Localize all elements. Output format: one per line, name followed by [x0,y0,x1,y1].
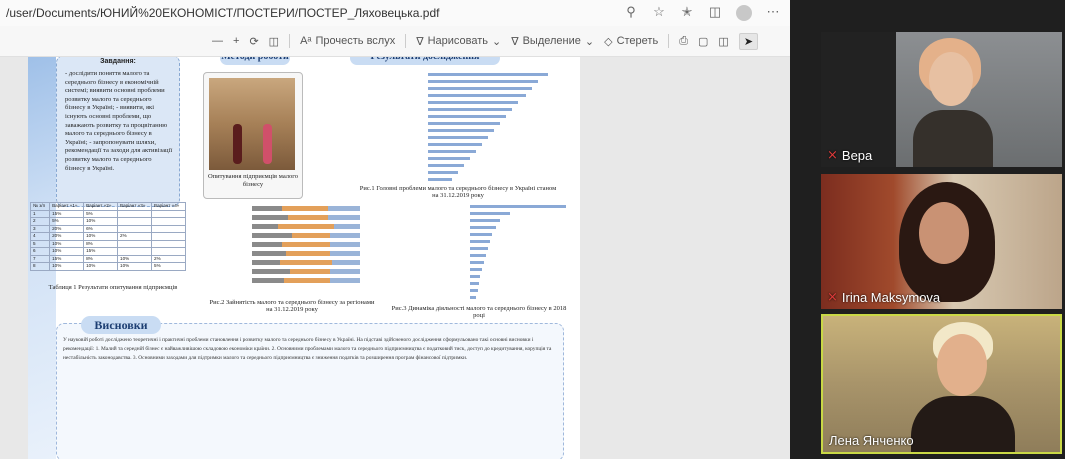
goals-text: - дослідити поняття малого та середнього… [65,70,173,172]
pdf-viewport[interactable]: Завдання: - дослідити поняття малого та … [0,57,790,459]
erase-button[interactable]: ◇ Стереть [604,35,658,48]
url-field[interactable]: /user/Documents/ЮНИЙ%20ЕКОНОМІСТ/ПОСТЕРИ… [6,6,439,20]
figure3-caption: Рис.3 Динаміка діяльності малого та сере… [391,305,567,319]
table-caption: Таблиця 1 Результати опитування підприєм… [48,284,178,291]
section-method-heading: Методи роботи [220,57,290,65]
participant-name: Лена Янченко [829,433,914,448]
toolbar-divider [289,34,291,48]
fit-icon[interactable]: ▢ [698,35,708,48]
conclusions-title: Висновки [81,316,161,334]
bar [428,149,476,153]
table-row: 2 5% 10% [29,217,186,226]
draw-icon: ∇ [416,35,424,48]
person-figure [263,124,272,164]
print-icon[interactable]: ⎙ [679,35,688,48]
mic-muted-icon: ⨯ [827,147,838,162]
zoom-out-button[interactable]: — [212,35,223,47]
participant-tile-3-active-speaker[interactable]: Лена Янченко [821,314,1062,454]
participant-image [937,334,987,396]
participant-image [919,202,969,264]
bar [428,72,548,76]
pin-icon[interactable]: ➤ [738,32,759,50]
table-row: 3 20% 6% [29,224,186,233]
bar [428,163,464,167]
table-header: № з/п [29,202,51,211]
browser-toolbar-icons: ⚲ ☆ ✭ ◫ ⋯ [624,4,780,21]
photo-caption: Опитування підприємців малого бізнесу [207,173,299,188]
participant-name: ⨯ Вера [827,147,873,163]
chart-dynamics: Рис.3 Динаміка діяльності малого та сере… [390,201,568,319]
person-figure [233,124,242,164]
rotate-icon[interactable]: ⟳ [249,35,258,48]
bar [428,107,512,111]
chevron-down-icon: ⌄ [492,35,502,48]
collections-icon[interactable]: ◫ [708,4,722,21]
pdf-toolbar: — + ⟳ ◫ Aᵃ Прочесть вслух ∇ Нарисовать ⌄ ∇ В… [0,26,790,57]
bar [428,86,532,90]
participant-image [929,52,973,106]
participant-name: ⨯ Irina Maksymova [827,289,941,305]
mic-muted-icon: ⨯ [827,289,838,304]
bar [428,170,458,174]
toolbar-divider [668,34,670,48]
bar [428,79,538,83]
bar [428,156,470,160]
highlight-icon: ∇ [511,35,519,48]
address-bar: /user/Documents/ЮНИЙ%20ЕКОНОМІСТ/ПОСТЕРИ… [0,0,790,27]
conclusions-text: У науковій роботі досліджено теоретичні … [63,337,552,361]
fit-page-icon[interactable]: ◫ [269,35,279,48]
bar [428,135,488,139]
browser-window: /user/Documents/ЮНИЙ%20ЕКОНОМІСТ/ПОСТЕРИ… [0,0,790,459]
goals-title: Завдання: [100,58,136,65]
save-icon[interactable]: ◫ [718,35,728,48]
table-row: 1 15% 5% [29,209,186,218]
favorites-icon[interactable]: ✭ [680,4,694,21]
chevron-down-icon: ⌄ [584,35,595,48]
chart-regions: Рис.2 Зайнятість малого та середнього бі… [208,203,376,313]
table-header: Варіант «1» [49,202,85,211]
section-results-heading: Результати дослідження [350,57,500,65]
bar [428,114,506,118]
poster-page: Завдання: - дослідити поняття малого та … [28,57,580,459]
table-row: 4 20% 10% 2% [29,232,186,241]
profile-avatar[interactable] [736,5,752,21]
participant-tile-1[interactable]: ⨯ Вера [821,32,1062,167]
bar [428,121,500,125]
read-aloud-button[interactable]: Aᵃ Прочесть вслух [300,35,395,47]
zoom-icon[interactable]: ⚲ [624,4,638,21]
eraser-icon: ◇ [604,35,613,48]
bar [428,177,452,181]
bar [428,128,494,132]
figure2-caption: Рис.2 Зайнятість малого та середнього бі… [209,299,375,313]
table-row: 5 10% 8% [29,239,186,248]
zoom-in-button[interactable]: + [233,35,239,47]
goals-box: Завдання: - дослідити поняття малого та … [56,57,180,207]
draw-button[interactable]: ∇ Нарисовать ⌄ [416,35,501,48]
chart-problems: Рис.1 Головні проблеми малого та середнь… [328,65,558,199]
table-row: 6 10% 15% [29,247,186,256]
table-header: Варіант «4» [151,202,186,211]
table-header: Варіант «3» [117,202,153,211]
star-icon[interactable]: ☆ [652,4,666,21]
highlight-button[interactable]: ∇ Выделение ⌄ [511,35,594,48]
bar [428,93,526,97]
photo-card: Опитування підприємців малого бізнесу [203,72,303,199]
bar [428,142,482,146]
survey-photo [209,78,295,170]
table-header: Варіант «2» [83,202,119,211]
table-row: 8 10% 10% 10% 5% [29,262,186,271]
bar [428,100,518,104]
toolbar-divider [405,34,407,48]
participant-tile-2[interactable]: ⨯ Irina Maksymova [821,174,1062,309]
conclusions-box: Висновки У науковій роботі досліджено те… [56,316,564,459]
figure1-caption: Рис.1 Головні проблеми малого та середнь… [359,185,557,199]
table-row: 7 15% 8% 10% 2% [29,254,186,263]
more-icon[interactable]: ⋯ [766,4,780,21]
survey-table: № з/п Варіант «1» Варіант «2» Варіант «3… [29,202,186,308]
pdf-margin [580,57,790,459]
read-aloud-icon: Aᵃ [300,35,312,47]
